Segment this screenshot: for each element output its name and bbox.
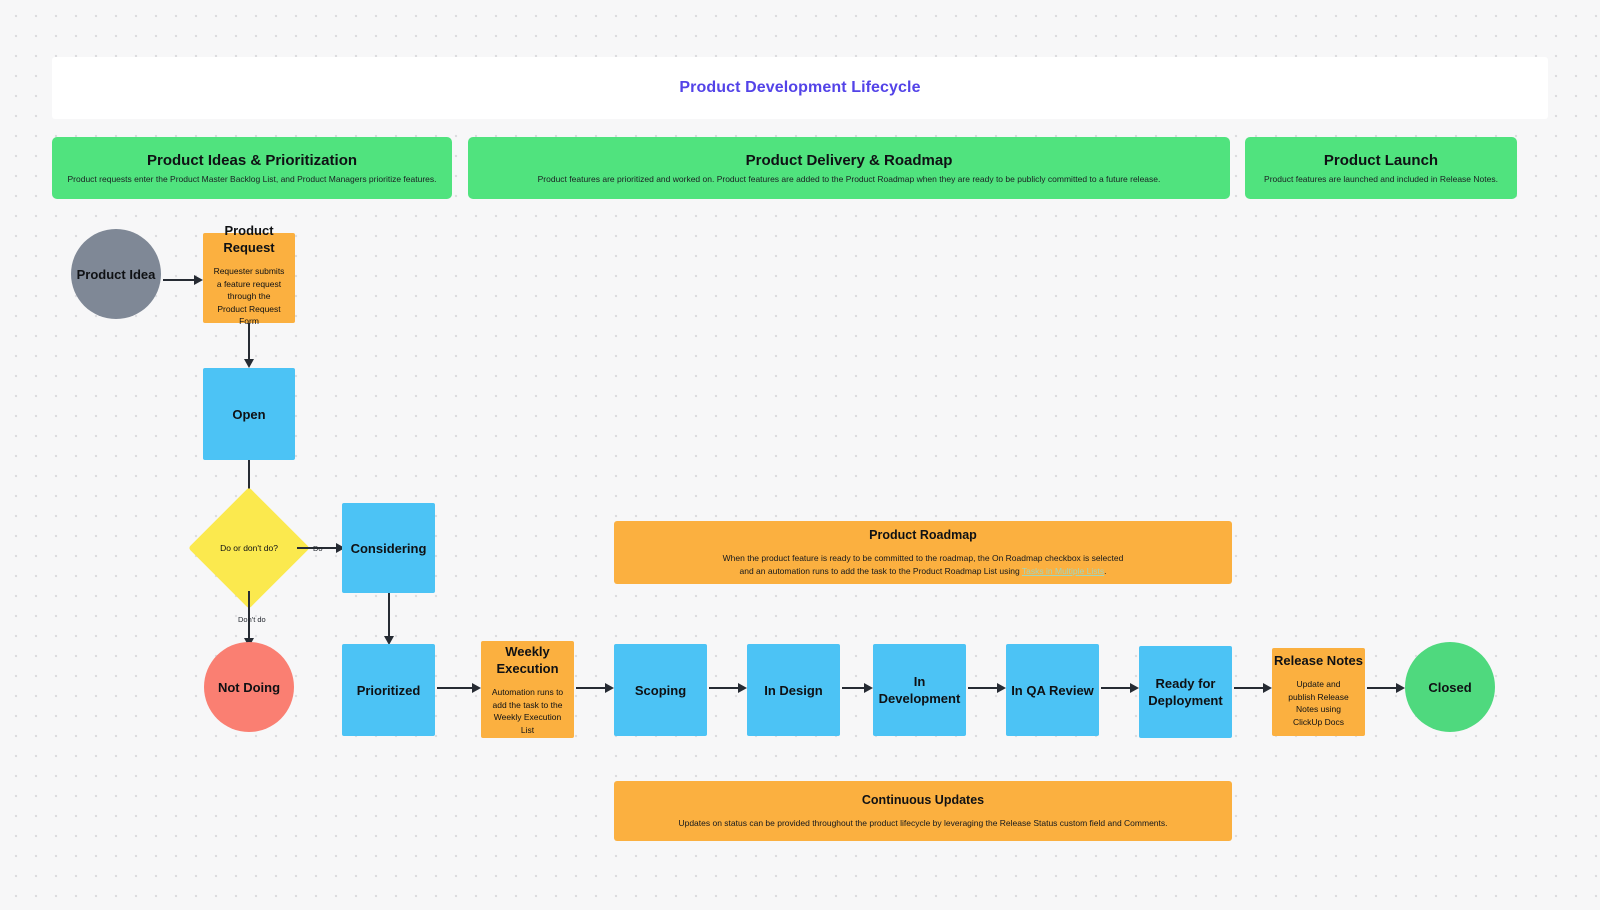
node-ready-for-deployment[interactable]: Ready for Deployment: [1139, 646, 1232, 738]
diagram-title-card: Product Development Lifecycle: [52, 57, 1548, 119]
node-prioritized[interactable]: Prioritized: [342, 644, 435, 736]
node-product-idea[interactable]: Product Idea: [71, 229, 161, 319]
lane-header-product-launch: Product Launch Product features are laun…: [1245, 137, 1517, 199]
node-label: Weekly: [505, 644, 550, 659]
page-title: Product Development Lifecycle: [679, 79, 921, 96]
edge-label-dont-do: Don't do: [238, 615, 266, 624]
edge-label-do: Do: [313, 544, 323, 553]
banner-line-1: Updates on status can be provided throug…: [678, 817, 1168, 828]
node-label: Prioritized: [356, 682, 421, 698]
node-decision-do-or-dont[interactable]: Do or don't do?: [188, 487, 310, 609]
node-open[interactable]: Open: [203, 368, 295, 460]
lane-title: Product Launch: [1323, 151, 1439, 169]
node-label: Product Request: [223, 223, 275, 256]
banner-line-1: When the product feature is ready to be …: [722, 553, 1124, 563]
node-label: Product Idea: [76, 266, 156, 282]
banner-continuous-updates: Continuous Updates Updates on status can…: [614, 781, 1232, 841]
lane-header-product-ideas: Product Ideas & Prioritization Product r…: [52, 137, 452, 199]
arrow-prioritized-to-weekly: [437, 682, 481, 694]
arrow-in-qa-review-to-ready: [1101, 682, 1139, 694]
node-in-development[interactable]: In Development: [873, 644, 966, 736]
banner-line-2-prefix: and an automation runs to add the task t…: [739, 565, 1022, 576]
node-label: Release Notes: [1274, 653, 1363, 668]
node-closed[interactable]: Closed: [1405, 642, 1495, 732]
arrow-release-notes-to-closed: [1367, 682, 1405, 694]
node-label: Not Doing: [217, 679, 281, 695]
arrow-in-development-to-in-qa-review: [968, 682, 1006, 694]
banner-line-2: and an automation runs to add the task t…: [740, 565, 1107, 578]
node-in-qa-review[interactable]: In QA Review: [1006, 644, 1099, 736]
tasks-in-multiple-lists-link[interactable]: Tasks in Multiple Lists: [1022, 566, 1104, 576]
node-release-notes[interactable]: Release Notes Update and publish Release…: [1272, 648, 1365, 736]
node-label: In Development: [878, 674, 961, 706]
banner-title: Product Roadmap: [869, 528, 977, 542]
node-label: Ready for: [1155, 676, 1216, 691]
node-label: In Design: [764, 682, 823, 698]
arrow-idea-to-request: [163, 274, 203, 286]
diagram-canvas: Product Development Lifecycle Product Id…: [0, 0, 1600, 910]
node-description: Requester submits a feature request thro…: [213, 266, 285, 327]
node-considering[interactable]: Considering: [342, 503, 435, 593]
node-label: Do or don't do?: [220, 543, 278, 553]
lane-title: Product Ideas & Prioritization: [146, 151, 358, 169]
node-label-line2: Execution: [496, 661, 559, 676]
arrow-weekly-to-scoping: [576, 682, 614, 694]
lane-title: Product Delivery & Roadmap: [745, 151, 953, 169]
node-not-doing[interactable]: Not Doing: [204, 642, 294, 732]
node-label: Closed: [1428, 679, 1472, 695]
arrow-ready-to-release-notes: [1234, 682, 1272, 694]
banner-title: Continuous Updates: [861, 792, 985, 807]
lane-subtitle: Product requests enter the Product Maste…: [67, 173, 437, 184]
node-weekly-execution[interactable]: Weekly Execution Automation runs to add …: [481, 641, 574, 738]
arrow-in-design-to-in-development: [842, 682, 873, 694]
node-in-design[interactable]: In Design: [747, 644, 840, 736]
arrow-considering-to-prioritized: [383, 593, 395, 645]
banner-product-roadmap: Product Roadmap When the product feature…: [614, 521, 1232, 584]
arrow-request-to-open: [243, 323, 255, 368]
arrow-scoping-to-in-design: [709, 682, 747, 694]
node-product-request[interactable]: Product Request Requester submits a feat…: [203, 223, 295, 326]
lane-subtitle: Product features are launched and includ…: [1264, 173, 1498, 184]
node-label: In QA Review: [1011, 682, 1094, 698]
node-label: Considering: [350, 540, 427, 556]
lane-subtitle: Product features are prioritized and wor…: [537, 173, 1161, 184]
banner-line-2-suffix: .: [1104, 565, 1107, 576]
node-description: Automation runs to add the task to the W…: [491, 687, 564, 735]
node-scoping[interactable]: Scoping: [614, 644, 707, 736]
lane-header-product-delivery: Product Delivery & Roadmap Product featu…: [468, 137, 1230, 199]
node-description: Update and publish Release Notes using C…: [1288, 679, 1349, 727]
node-label: Open: [232, 406, 266, 422]
node-label: Scoping: [634, 682, 687, 698]
node-label-line2: Deployment: [1148, 693, 1223, 708]
